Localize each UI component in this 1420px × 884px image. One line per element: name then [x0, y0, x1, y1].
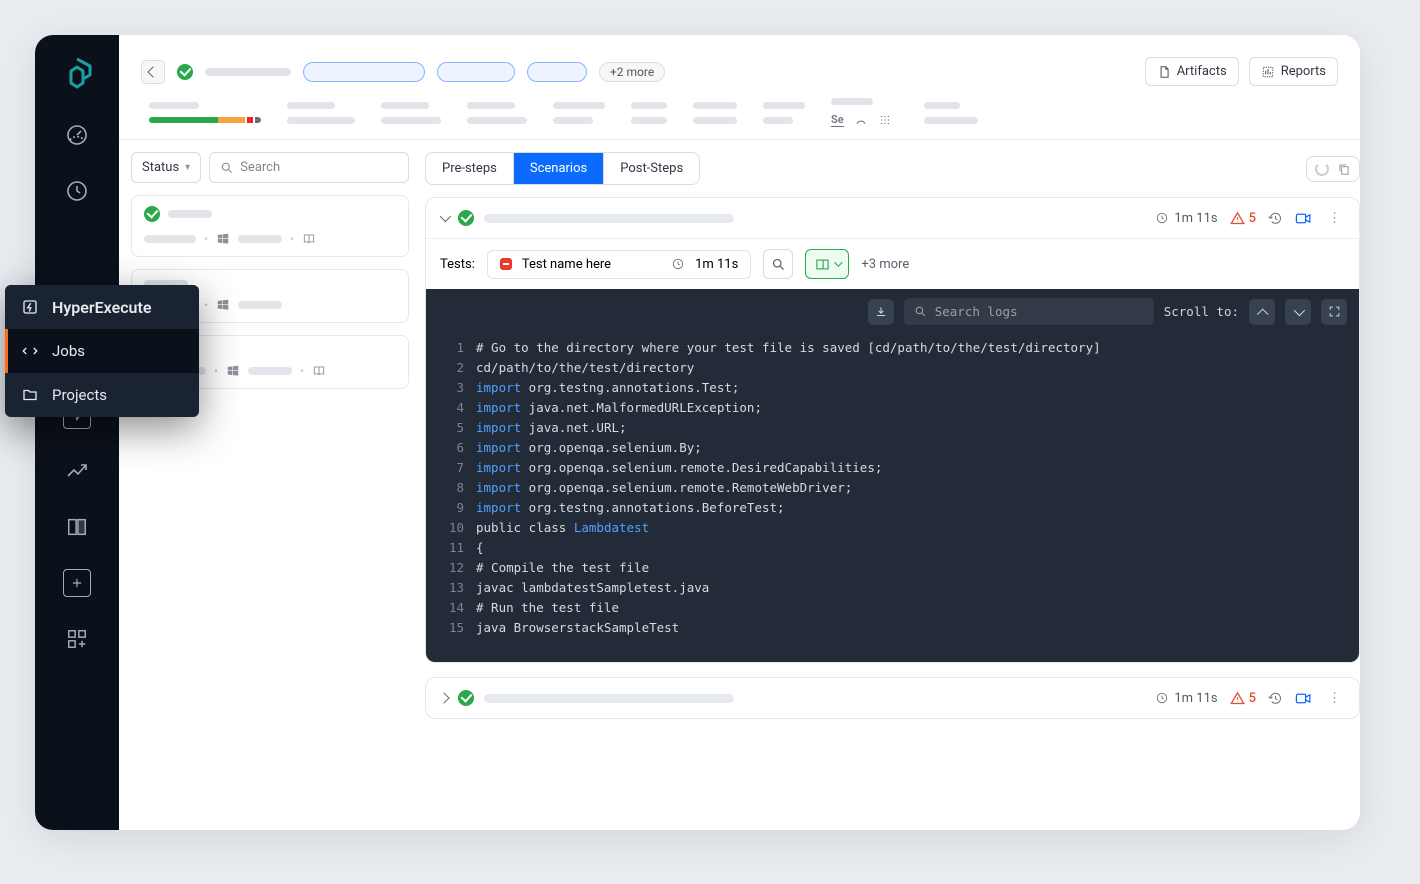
windows-icon: [216, 232, 230, 246]
windows-icon: [216, 298, 230, 312]
warn-count: 5: [1249, 691, 1256, 706]
collapse-icon[interactable]: [440, 211, 451, 222]
filter-pill[interactable]: [437, 62, 515, 82]
warn-count: 5: [1249, 211, 1256, 226]
work-area: Status ▾ Search • •: [119, 140, 1360, 830]
main-content: +2 more Artifacts Reports: [119, 35, 1360, 830]
scroll-to-label: Scroll to:: [1164, 304, 1239, 319]
tabs: Pre-steps Scenarios Post-Steps: [425, 152, 700, 185]
status-success-icon: [144, 206, 160, 222]
kebab-menu-icon[interactable]: ⋮: [1324, 211, 1345, 226]
fail-icon: [500, 258, 512, 270]
fullscreen-icon[interactable]: [1321, 299, 1347, 325]
video-icon[interactable]: [1295, 691, 1312, 706]
code-viewer: Search logs Scroll to: 1# Go to the dire…: [426, 289, 1359, 662]
trend-icon[interactable]: [63, 457, 91, 485]
filter-pill[interactable]: [527, 62, 587, 82]
plus-box-icon[interactable]: [63, 569, 91, 597]
sidebar-flyout: HyperExecute Jobs Projects: [5, 285, 199, 417]
clock-icon: [1155, 691, 1169, 705]
warning-icon: [1230, 211, 1245, 226]
warning-icon: [1230, 691, 1245, 706]
progress-bar: [149, 117, 261, 123]
artifacts-button[interactable]: Artifacts: [1145, 57, 1239, 86]
details-panel: Pre-steps Scenarios Post-Steps: [409, 140, 1360, 830]
search-icon[interactable]: [763, 249, 793, 279]
tests-label: Tests:: [440, 257, 475, 272]
stats-row: Se: [119, 98, 1360, 139]
history-icon[interactable]: [1268, 691, 1283, 706]
bars-icon: [878, 113, 892, 127]
book-icon: [312, 364, 326, 378]
sidebar: [35, 35, 119, 830]
tab-pre-steps[interactable]: Pre-steps: [426, 153, 513, 184]
panels-icon[interactable]: [63, 513, 91, 541]
more-tests[interactable]: +3 more: [861, 257, 909, 272]
download-icon[interactable]: [868, 299, 894, 325]
gauge-icon[interactable]: [63, 121, 91, 149]
flyout-title: HyperExecute: [5, 285, 199, 329]
tab-scenarios[interactable]: Scenarios: [513, 153, 603, 184]
view-tools: [1306, 156, 1360, 182]
windows-icon: [226, 364, 240, 378]
test-chip[interactable]: Test name here 1m 11s: [487, 250, 751, 279]
app-window: +2 more Artifacts Reports: [35, 35, 1360, 830]
reports-button[interactable]: Reports: [1249, 57, 1338, 86]
title-skeleton: [205, 68, 291, 76]
grid-plus-icon[interactable]: [63, 625, 91, 653]
duration-text: 1m 11s: [1174, 691, 1217, 706]
scroll-down-icon[interactable]: [1285, 299, 1311, 325]
flyout-item-projects[interactable]: Projects: [5, 373, 199, 417]
more-filters-chip[interactable]: +2 more: [599, 62, 665, 82]
video-icon[interactable]: [1295, 211, 1312, 226]
topbar: +2 more Artifacts Reports: [119, 35, 1360, 98]
status-success-icon: [177, 64, 193, 80]
filter-pill[interactable]: [303, 62, 425, 82]
clock-icon: [1155, 211, 1169, 225]
arc-icon: [854, 113, 868, 127]
test-duration: 1m 11s: [695, 257, 738, 272]
search-input[interactable]: Search: [209, 152, 409, 183]
clock-icon[interactable]: [63, 177, 91, 205]
status-dropdown[interactable]: Status ▾: [131, 152, 201, 183]
back-button[interactable]: [141, 60, 165, 84]
copy-icon[interactable]: [1337, 162, 1351, 176]
spinner-icon: [1315, 162, 1329, 176]
test-name: Test name here: [522, 257, 611, 272]
flyout-item-jobs[interactable]: Jobs: [5, 329, 199, 373]
clock-icon: [671, 257, 685, 271]
log-search-input[interactable]: Search logs: [904, 298, 1154, 325]
status-success-icon: [458, 210, 474, 226]
status-success-icon: [458, 690, 474, 706]
scroll-up-icon[interactable]: [1249, 299, 1275, 325]
duration-text: 1m 11s: [1174, 211, 1217, 226]
expand-icon[interactable]: [438, 692, 449, 703]
scenario-panel-collapsed: 1m 11s 5 ⋮: [425, 677, 1360, 719]
book-icon: [302, 232, 316, 246]
scenario-card[interactable]: • •: [131, 195, 409, 257]
tab-post-steps[interactable]: Post-Steps: [603, 153, 699, 184]
side-panel-toggle[interactable]: [805, 249, 849, 279]
scenario-panel: 1m 11s 5 ⋮ Tests:: [425, 197, 1360, 663]
history-icon[interactable]: [1268, 211, 1283, 226]
selenium-icon: Se: [831, 113, 844, 127]
scenarios-sidebar: Status ▾ Search • •: [119, 140, 409, 830]
kebab-menu-icon[interactable]: ⋮: [1324, 691, 1345, 706]
logo-icon[interactable]: [58, 55, 96, 93]
